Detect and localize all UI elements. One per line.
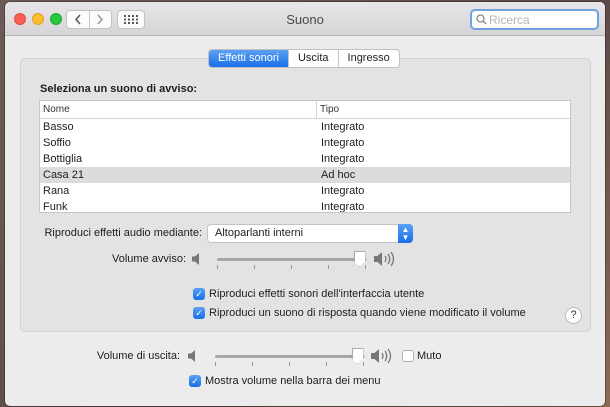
speaker-high-icon [371,348,392,364]
output-volume-fill [215,355,358,358]
output-volume-label: Volume di uscita: [96,350,180,362]
table-row-selected[interactable]: Casa 21 Ad hoc [40,167,570,183]
titlebar: Suono [5,2,605,36]
tab-bar: Effetti sonori Uscita Ingresso [208,49,400,68]
menu-bar-volume-checkbox[interactable]: ✓ [189,375,201,387]
table-row[interactable]: Bottiglia Integrato [40,151,570,167]
sound-preferences-window: Suono Seleziona un suono di avviso: Nome… [5,2,605,406]
speaker-high-icon [374,251,395,267]
sound-name: Casa 21 [43,169,84,181]
checkmark-icon: ✓ [191,375,199,386]
search-field[interactable] [470,9,599,30]
table-row[interactable]: Soffio Integrato [40,135,570,151]
chevron-up-down-icon: ▲ ▼ [398,224,413,243]
checkmark-icon: ✓ [195,307,203,318]
alert-sound-table[interactable]: Nome Tipo Basso Integrato Soffio Integra… [39,100,571,213]
playback-device-value: Altoparlanti interni [215,227,304,239]
sound-name: Soffio [43,137,71,149]
tab-input[interactable]: Ingresso [337,50,399,67]
sound-type: Integrato [321,185,365,197]
search-input[interactable] [489,12,589,27]
column-header-name[interactable]: Nome [40,101,317,118]
sound-name: Bottiglia [43,153,83,165]
alert-volume-thumb[interactable] [353,251,366,267]
alert-volume-slider[interactable] [217,251,367,271]
mute-label[interactable]: Muto [417,350,441,362]
playback-device-label: Riproduci effetti audio mediante: [44,227,202,239]
column-header-type[interactable]: Tipo [317,101,339,118]
ui-sounds-label[interactable]: Riproduci effetti sonori dell'interfacci… [209,288,424,300]
sound-type: Integrato [321,137,365,149]
ui-sounds-checkbox[interactable]: ✓ [193,288,205,300]
speaker-low-icon [192,253,199,265]
tab-sound-effects[interactable]: Effetti sonori [209,50,288,67]
alert-volume-label: Volume avviso: [112,253,186,265]
output-volume-thumb[interactable] [351,348,364,364]
alert-volume-fill [217,258,360,261]
speaker-low-icon [188,350,195,362]
table-header: Nome Tipo [40,101,570,119]
sound-effects-panel: Seleziona un suono di avviso: Nome Tipo … [20,58,591,332]
volume-feedback-checkbox[interactable]: ✓ [193,307,205,319]
sound-type: Integrato [321,153,365,165]
table-row[interactable]: Rana Integrato [40,183,570,199]
sound-name: Funk [43,201,68,213]
playback-device-select[interactable]: Altoparlanti interni ▲ ▼ [207,224,413,243]
search-icon [476,14,487,25]
sound-type: Integrato [321,121,365,133]
sound-type: Ad hoc [321,169,356,181]
sound-name: Rana [43,185,70,197]
help-button[interactable]: ? [565,307,582,324]
checkmark-icon: ✓ [195,288,203,299]
tab-output[interactable]: Uscita [287,50,338,67]
mute-checkbox[interactable] [402,350,414,362]
table-row[interactable]: Funk Integrato [40,199,570,213]
volume-feedback-label[interactable]: Riproduci un suono di risposta quando vi… [209,307,526,319]
table-row[interactable]: Basso Integrato [40,119,570,135]
output-volume-slider[interactable] [215,348,365,368]
sound-type: Integrato [321,201,365,213]
alert-sound-title: Seleziona un suono di avviso: [40,83,198,95]
sound-name: Basso [43,121,74,133]
menu-bar-volume-label[interactable]: Mostra volume nella barra dei menu [205,375,380,387]
